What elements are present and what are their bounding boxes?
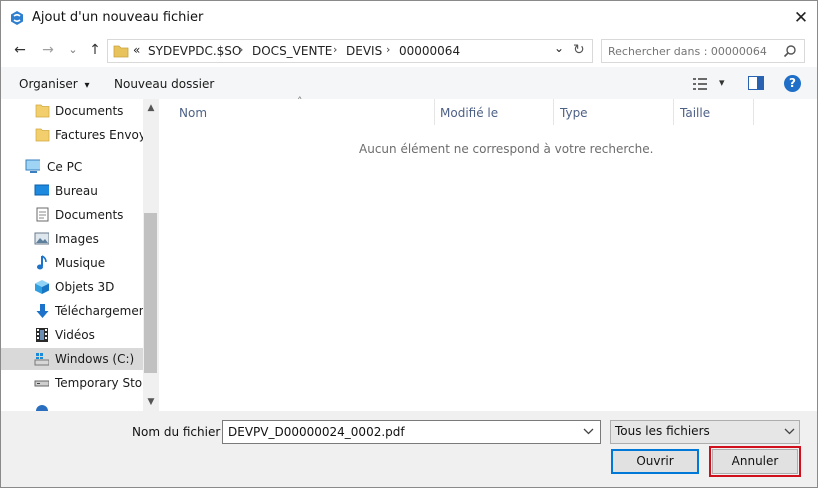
cancel-button[interactable]: Annuler bbox=[709, 446, 801, 477]
computer-icon bbox=[25, 159, 40, 173]
music-icon bbox=[37, 255, 47, 270]
file-dialog-window: Ajout d'un nouveau fichier ✕ ← → ⌄ ↑ « S… bbox=[0, 0, 818, 488]
scrollbar-thumb[interactable] bbox=[144, 213, 157, 373]
windows-drive-icon bbox=[34, 353, 49, 366]
sidebar-item-music[interactable]: Musique bbox=[1, 252, 143, 274]
sidebar-item-label: Factures Envoye bbox=[55, 128, 143, 142]
breadcrumb-separator[interactable]: › bbox=[333, 43, 337, 56]
video-icon bbox=[36, 328, 48, 342]
filename-label: Nom du fichier : bbox=[132, 425, 229, 439]
column-header-size[interactable]: Taille bbox=[680, 106, 710, 120]
close-button[interactable]: ✕ bbox=[787, 5, 815, 31]
column-divider[interactable] bbox=[553, 99, 554, 125]
open-button[interactable]: Ouvrir bbox=[611, 449, 699, 474]
column-header-name[interactable]: Nom bbox=[179, 106, 207, 120]
up-folder-button[interactable]: ↑ bbox=[86, 41, 104, 59]
back-button[interactable]: ← bbox=[11, 41, 29, 59]
sidebar-item-documents-quick[interactable]: Documents bbox=[1, 100, 143, 122]
sidebar-item-label: Bureau bbox=[55, 184, 98, 198]
sidebar-item-factures[interactable]: Factures Envoye bbox=[1, 124, 143, 146]
chevron-down-icon: ▾ bbox=[84, 80, 90, 91]
sidebar-item-3d-objects[interactable]: Objets 3D bbox=[1, 276, 143, 298]
scroll-down-button[interactable]: ▼ bbox=[144, 395, 158, 409]
sidebar-item-documents[interactable]: Documents bbox=[1, 204, 143, 226]
dialog-title: Ajout d'un nouveau fichier bbox=[32, 10, 204, 25]
search-box[interactable] bbox=[601, 39, 805, 63]
breadcrumb-overflow[interactable]: « bbox=[133, 43, 140, 57]
view-options-icon[interactable] bbox=[693, 78, 709, 90]
breadcrumb-separator[interactable]: › bbox=[386, 43, 390, 56]
column-divider[interactable] bbox=[434, 99, 435, 125]
preview-pane-icon[interactable] bbox=[748, 76, 764, 91]
breadcrumb-item[interactable]: DOCS_VENTE bbox=[252, 44, 332, 58]
column-divider[interactable] bbox=[753, 99, 754, 125]
navigation-pane: Documents Factures Envoye Ce PC Bureau D… bbox=[1, 99, 143, 411]
search-input[interactable] bbox=[606, 42, 780, 60]
sidebar-item-label: Windows (C:) bbox=[55, 352, 135, 366]
breadcrumb-item[interactable]: 00000064 bbox=[399, 44, 460, 58]
sidebar-item-label: Documents bbox=[55, 104, 124, 118]
sidebar-item-label: Temporary Stora bbox=[55, 376, 143, 390]
images-icon bbox=[34, 232, 49, 245]
search-icon[interactable] bbox=[783, 44, 797, 58]
organize-button[interactable]: Organiser ▾ bbox=[19, 77, 90, 91]
organize-label: Organiser bbox=[19, 77, 78, 91]
new-folder-button[interactable]: Nouveau dossier bbox=[114, 77, 214, 91]
3d-objects-icon bbox=[35, 280, 49, 294]
breadcrumb-item[interactable]: SYDEVPDC.$SO bbox=[148, 44, 241, 58]
folder-icon bbox=[113, 45, 129, 58]
command-bar: Organiser ▾ Nouveau dossier ▾ ? bbox=[1, 67, 817, 99]
help-button[interactable]: ? bbox=[784, 75, 801, 92]
file-type-filter[interactable]: Tous les fichiers bbox=[610, 420, 800, 444]
column-header-type[interactable]: Type bbox=[560, 106, 588, 120]
sidebar-item-label: Images bbox=[55, 232, 99, 246]
sidebar-item-label: Documents bbox=[55, 208, 124, 222]
sidebar-item-label: Objets 3D bbox=[55, 280, 115, 294]
chevron-down-icon[interactable] bbox=[583, 428, 594, 435]
breadcrumb-item[interactable]: DEVIS bbox=[346, 44, 382, 58]
scroll-up-button[interactable]: ▲ bbox=[144, 101, 158, 115]
sidebar-item-temporary-storage[interactable]: Temporary Stora bbox=[1, 372, 143, 394]
address-dropdown-button[interactable]: ⌄ bbox=[554, 41, 564, 55]
empty-list-message: Aucun élément ne correspond à votre rech… bbox=[359, 142, 654, 156]
sidebar-item-videos[interactable]: Vidéos bbox=[1, 324, 143, 346]
title-bar: Ajout d'un nouveau fichier ✕ bbox=[1, 1, 817, 35]
column-divider[interactable] bbox=[673, 99, 674, 125]
network-icon bbox=[36, 405, 48, 411]
sidebar-item-this-pc[interactable]: Ce PC bbox=[1, 156, 143, 178]
sidebar-item-label: Ce PC bbox=[47, 160, 83, 174]
sidebar-item-desktop[interactable]: Bureau bbox=[1, 180, 143, 202]
address-bar[interactable]: « SYDEVPDC.$SO › DOCS_VENTE › DEVIS › 00… bbox=[107, 39, 593, 63]
documents-icon bbox=[36, 207, 49, 222]
column-header-modified[interactable]: Modifié le bbox=[440, 106, 498, 120]
view-dropdown-button[interactable]: ▾ bbox=[719, 76, 725, 89]
chevron-down-icon bbox=[784, 428, 795, 435]
sidebar-item-downloads[interactable]: Téléchargement bbox=[1, 300, 143, 322]
filename-combobox[interactable] bbox=[222, 420, 601, 444]
sidebar-item-label: Vidéos bbox=[55, 328, 95, 342]
folder-icon bbox=[35, 104, 50, 118]
desktop-icon bbox=[34, 184, 49, 196]
app-logo-icon bbox=[11, 11, 23, 25]
forward-button[interactable]: → bbox=[39, 41, 57, 59]
recent-locations-button[interactable]: ⌄ bbox=[64, 41, 82, 59]
refresh-button[interactable]: ↻ bbox=[573, 42, 585, 58]
drive-icon bbox=[34, 380, 49, 387]
file-type-filter-value: Tous les fichiers bbox=[615, 424, 710, 438]
filename-input[interactable] bbox=[226, 423, 570, 441]
download-icon bbox=[36, 304, 49, 318]
folder-icon bbox=[35, 128, 50, 142]
sidebar-item-images[interactable]: Images bbox=[1, 228, 143, 250]
breadcrumb-separator[interactable]: › bbox=[239, 43, 243, 56]
sidebar-item-label: Musique bbox=[55, 256, 106, 270]
sidebar-item-label: Téléchargement bbox=[55, 304, 143, 318]
sidebar-item-windows-c[interactable]: Windows (C:) bbox=[1, 348, 143, 370]
sort-ascending-icon: ˄ bbox=[297, 95, 303, 108]
